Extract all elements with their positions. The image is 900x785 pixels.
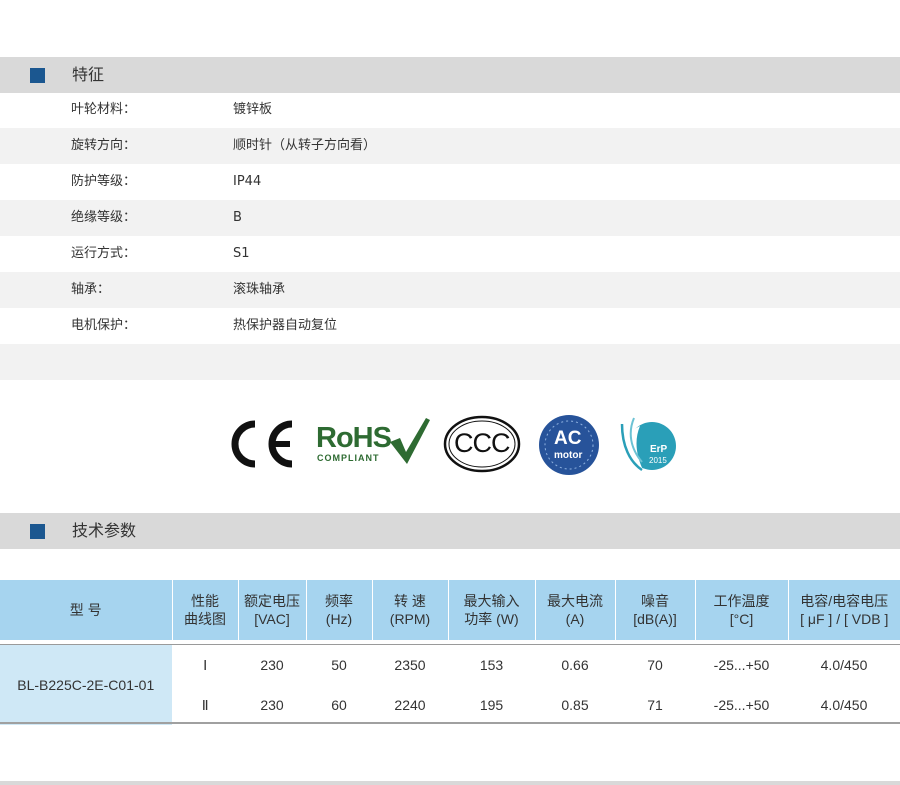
specs-header-row: 型 号性能 曲线图 额定电压 [VAC] 频率 (Hz) 转 速 (RPM) 最大输入 功率 (W… [0,580,900,640]
checkmark-icon [390,418,430,464]
specs-header-line: (Hz) [325,611,353,627]
table-cell: -25...+50 [713,697,770,713]
table-cell: Ⅰ [203,656,208,673]
ac-motor-badge-icon: AC motor [538,414,600,476]
feature-key: 绝缘等级： [71,210,137,225]
specs-header-line: 电容/电容电压 [800,593,889,609]
feature-value: B [233,210,242,225]
table-cell: 4.0/450 [820,657,868,673]
feature-row: 电机保护： 热保护器自动复位 [0,308,900,344]
feature-value: 热保护器自动复位 [233,318,338,333]
feature-row: 防护等级： IP44 [0,164,900,200]
feature-key: 叶轮材料： [71,102,137,117]
specs-header-line: [ μF ] / [ VDB ] [800,611,889,627]
specs-header-cell: 最大电流 (A) [535,580,616,640]
motor-text: motor [554,450,583,461]
ccc-text: CCC [454,428,510,458]
table-cell: 153 [479,657,504,673]
specs-header-cell: 型 号 [0,580,173,640]
specs-header-cell: 噪音 [dB(A)] [615,580,696,640]
specs-header-line: (A) [565,611,585,627]
feature-value: 顺时针（从转子方向看） [233,138,377,153]
features-title: 特征 [72,65,105,84]
feature-row: 运行方式： S1 [0,236,900,272]
feature-value: 镀锌板 [233,102,273,117]
table-row: BL-B225C-2E-C01-01 Ⅰ 230 50 2350 153 0.66 70 -25… [0,644,900,725]
erp-2015-logo-icon: ErP 2015 [616,412,680,476]
feature-key: 旋转方向： [71,138,137,153]
specs-header-line: [VAC] [254,611,290,627]
specs-header-line: 功率 (W) [464,611,519,627]
feature-value: IP44 [233,174,262,189]
specs-header-line: 频率 [325,593,353,609]
specs-header-cell: 转 速 (RPM) [372,580,449,640]
ce-mark-icon [222,418,296,470]
table-cell: 50 [331,657,347,673]
feature-key: 防护等级： [71,174,137,189]
ac-text: AC [554,428,582,449]
specs-header-cell: 工作温度 [°C] [695,580,789,640]
section-marker-icon [30,524,45,539]
table-cell: 230 [260,697,284,713]
specs-header-line: 最大输入 [463,593,520,609]
specs-header-cell: 最大输入功率 (W) [448,580,536,640]
specs-header-line: 曲线图 [184,611,226,627]
table-cell: 2350 [394,657,426,673]
specs-header-line: 噪音 [641,593,669,609]
feature-row: 旋转方向： 顺时针（从转子方向看） [0,128,900,164]
specs-header-cell: 电容/电容电压 [ μF ] / [ VDB ] [788,580,900,640]
specs-header-cell: 额定电压 [VAC] [238,580,307,640]
table-cell: -25...+50 [713,657,770,673]
table-cell: 195 [479,697,504,713]
feature-key: 轴承： [71,282,111,297]
table-cell: 60 [331,697,347,713]
feature-value: 滚珠轴承 [233,282,286,297]
table-cell: 0.85 [561,697,589,713]
specs-header-line: (RPM) [389,611,431,627]
section-marker-icon [30,68,45,83]
features-list-end [0,344,900,380]
specs-header-line: 性能 [191,593,219,609]
specs-header-cell: 性能 曲线图 [172,580,239,640]
specs-header-line: 最大电流 [547,593,603,609]
specs-title: 技术参数 [72,521,137,540]
model-cell: BL-B225C-2E-C01-01 [0,644,173,725]
ccc-mark-icon: CCC [442,414,522,474]
specs-header-line: 转 速 [394,593,426,609]
table-cell: Ⅱ [201,696,209,713]
table-cell: 71 [647,697,663,713]
erp-text: ErP [650,444,668,455]
footer-divider [0,781,900,785]
rohs-compliant-text: COMPLIANT [317,453,380,463]
rohs-text: RoHS [316,422,392,454]
feature-row: 轴承： 滚珠轴承 [0,272,900,308]
specs-table: 型 号性能 曲线图 额定电压 [VAC] 频率 (Hz) 转 速 (RPM) 最大输入 功率 (W… [0,580,900,725]
feature-key: 电机保护： [71,318,137,333]
specs-section-header: 技术参数 [0,513,900,549]
table-cell: 70 [647,657,663,673]
erp-year-text: 2015 [649,456,667,465]
feature-row: 叶轮材料： 镀锌板 [0,92,900,128]
specs-header-line: 工作温度 [713,593,770,609]
specs-header-line: [°C] [729,611,754,627]
table-cell: 0.66 [561,657,589,673]
specs-header-line: [dB(A)] [633,611,677,627]
features-section-header: 特征 [0,57,900,93]
specs-header-line: 额定电压 [244,593,300,609]
feature-row: 绝缘等级： B [0,200,900,236]
feature-key: 运行方式： [71,246,137,261]
rohs-logo: RoHS COMPLIANT [314,414,434,470]
table-cell: 4.0/450 [820,697,868,713]
specs-header-line: 型 号 [69,602,102,618]
specs-header-cell: 频率 (Hz) [306,580,373,640]
specs-table-bottom-rule [0,722,900,724]
feature-value: S1 [233,246,250,261]
table-cell: 2240 [394,697,426,713]
table-cell: 230 [260,657,284,673]
